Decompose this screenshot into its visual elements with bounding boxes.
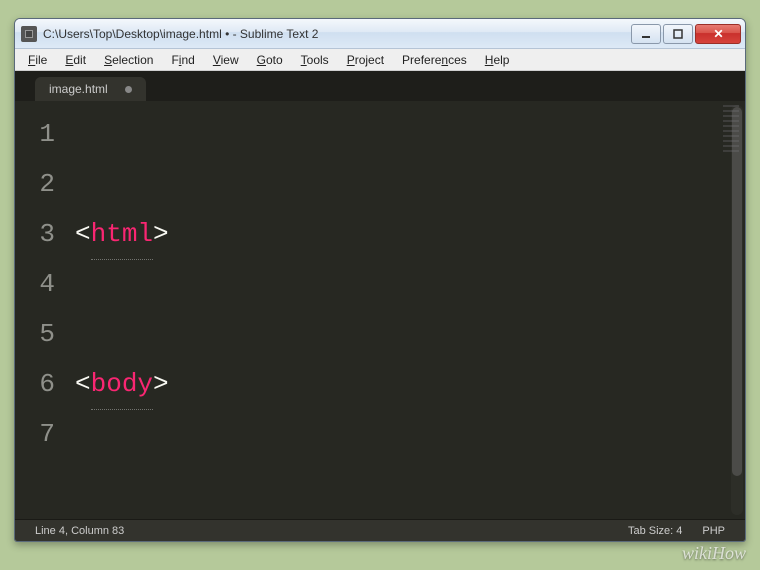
code-line: <html> bbox=[75, 209, 745, 259]
app-icon bbox=[21, 26, 37, 42]
menu-tools[interactable]: Tools bbox=[292, 51, 338, 69]
window-title: C:\Users\Top\Desktop\image.html • - Subl… bbox=[43, 27, 631, 41]
tab-label: image.html bbox=[49, 82, 108, 96]
menu-selection[interactable]: Selection bbox=[95, 51, 162, 69]
watermark: wikiHow bbox=[682, 543, 746, 564]
tab-bar: image.html bbox=[15, 71, 745, 101]
code-area[interactable]: <html> <body> <img src="http://i1322. ph… bbox=[69, 101, 745, 519]
status-syntax[interactable]: PHP bbox=[692, 525, 735, 537]
title-bar[interactable]: C:\Users\Top\Desktop\image.html • - Subl… bbox=[15, 19, 745, 49]
vertical-scrollbar[interactable] bbox=[731, 105, 743, 515]
status-cursor[interactable]: Line 4, Column 83 bbox=[25, 525, 134, 537]
line-number: 5 bbox=[21, 309, 55, 359]
line-number: 4 bbox=[21, 259, 55, 309]
scrollbar-thumb[interactable] bbox=[732, 107, 742, 476]
line-gutter: 1 2 3 4 5 6 7 bbox=[15, 101, 69, 519]
line-number: 3 bbox=[21, 209, 55, 259]
minimize-button[interactable] bbox=[631, 24, 661, 44]
menu-preferences[interactable]: Preferences bbox=[393, 51, 476, 69]
app-window: C:\Users\Top\Desktop\image.html • - Subl… bbox=[14, 18, 746, 542]
menu-bar: File Edit Selection Find View Goto Tools… bbox=[15, 49, 745, 71]
line-number: 6 bbox=[21, 359, 55, 409]
code-line: <body> bbox=[75, 359, 745, 409]
line-number: 7 bbox=[21, 409, 55, 459]
menu-help[interactable]: Help bbox=[476, 51, 519, 69]
maximize-button[interactable] bbox=[663, 24, 693, 44]
status-bar: Line 4, Column 83 Tab Size: 4 PHP bbox=[15, 519, 745, 541]
dirty-indicator-icon bbox=[125, 86, 132, 93]
menu-goto[interactable]: Goto bbox=[248, 51, 292, 69]
editor: 1 2 3 4 5 6 7 <html> <body> <img src="ht… bbox=[15, 101, 745, 519]
menu-view[interactable]: View bbox=[204, 51, 248, 69]
status-tab-size[interactable]: Tab Size: 4 bbox=[618, 525, 692, 537]
close-button[interactable] bbox=[695, 24, 741, 44]
line-number: 1 bbox=[21, 109, 55, 159]
tab-image-html[interactable]: image.html bbox=[35, 77, 146, 101]
menu-edit[interactable]: Edit bbox=[56, 51, 95, 69]
window-controls bbox=[631, 24, 741, 44]
line-number: 2 bbox=[21, 159, 55, 209]
menu-find[interactable]: Find bbox=[162, 51, 203, 69]
menu-file[interactable]: File bbox=[19, 51, 56, 69]
menu-project[interactable]: Project bbox=[338, 51, 393, 69]
code-line bbox=[75, 509, 745, 519]
